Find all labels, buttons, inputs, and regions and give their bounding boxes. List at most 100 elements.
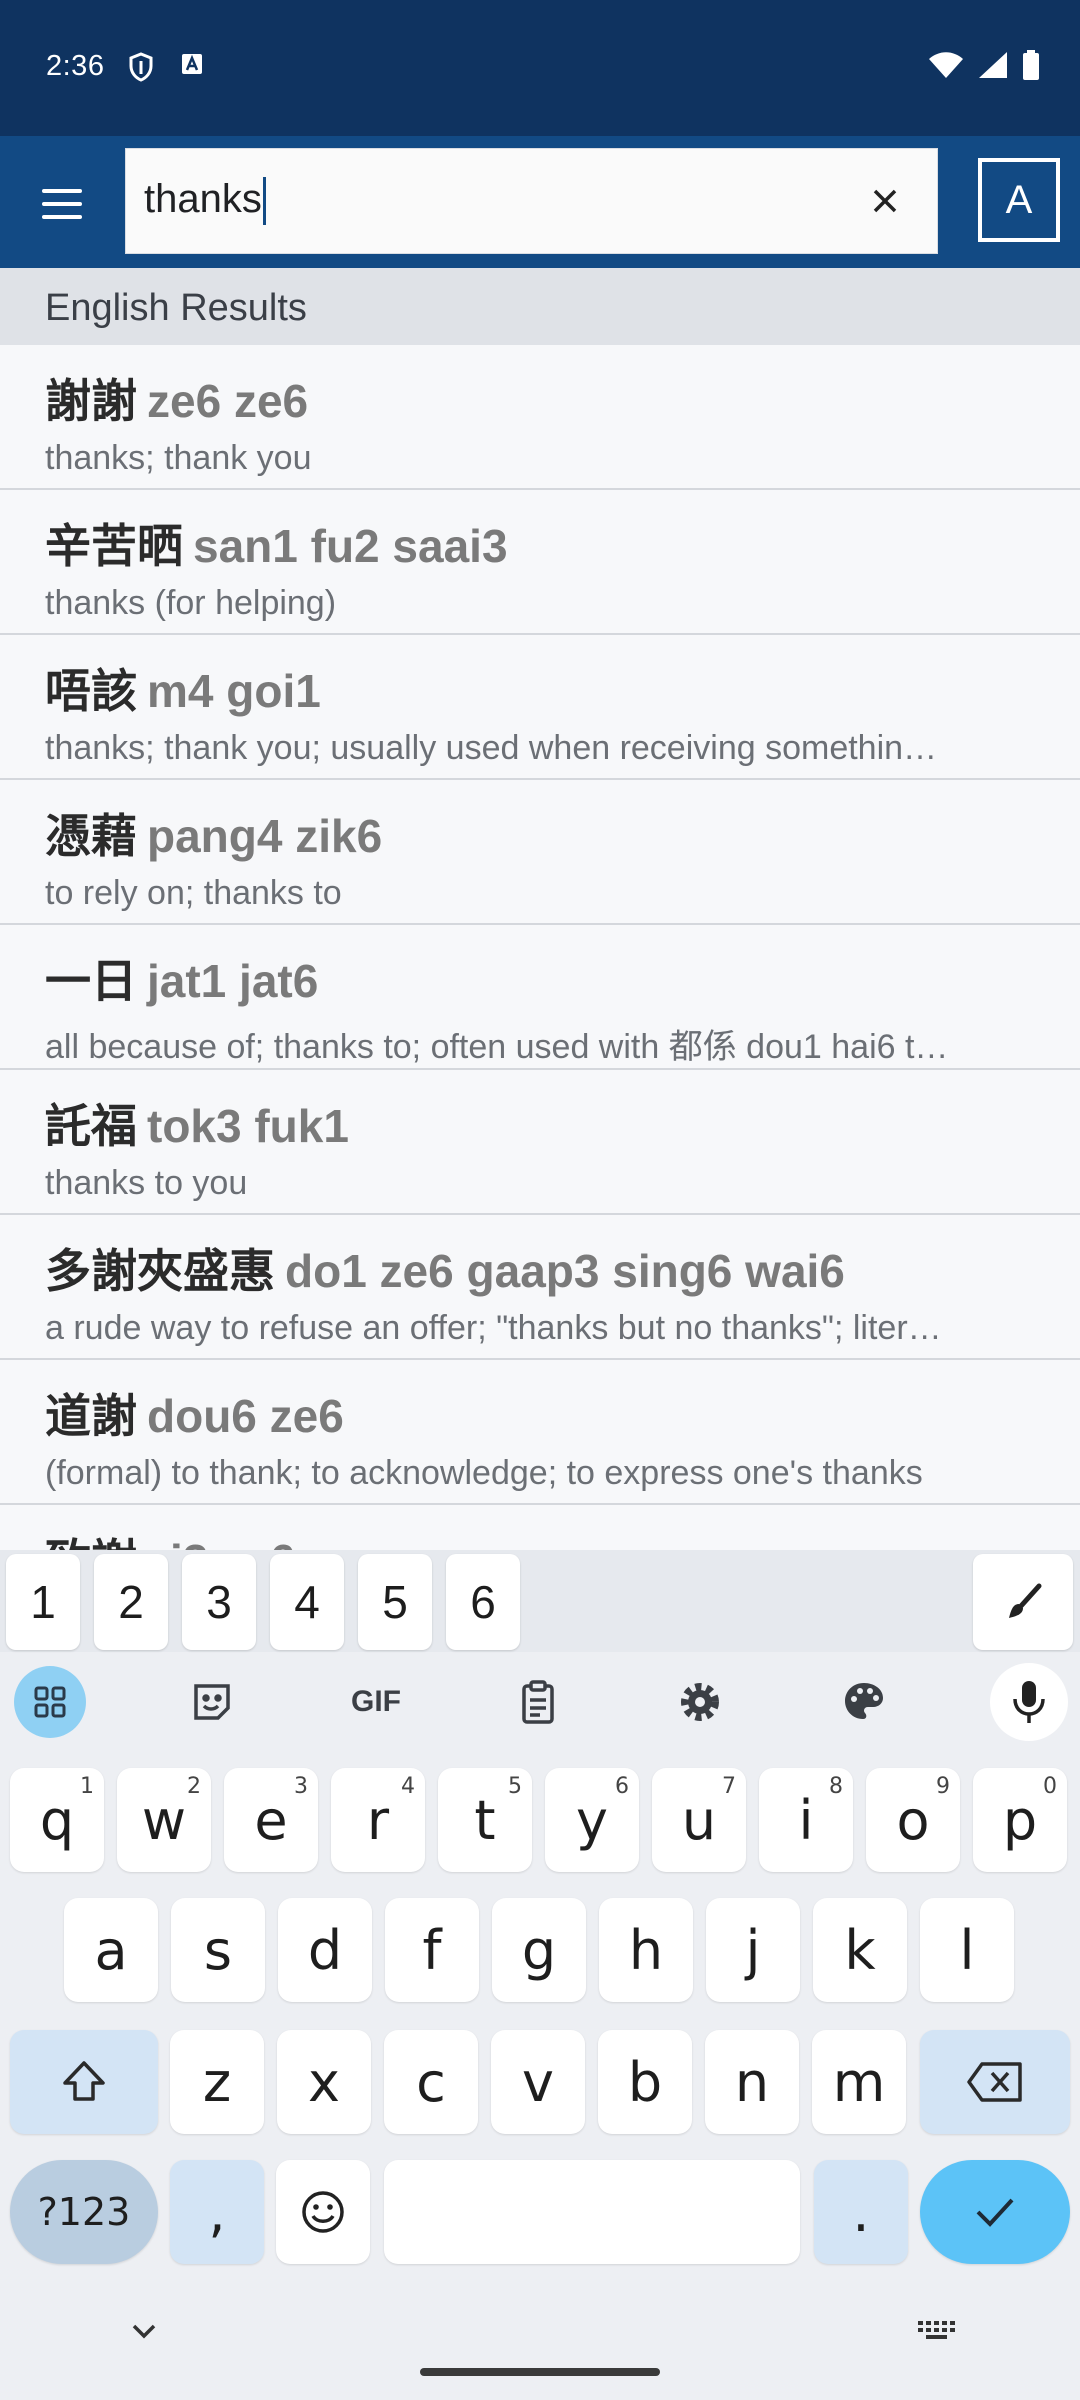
key-f-label: f [422,1918,442,1982]
symbols-key[interactable]: ?123 [10,2160,158,2264]
result-jyutping: tok3 fuk1 [147,1100,349,1152]
key-m-label: m [832,2050,886,2114]
emoji-icon [302,2191,344,2233]
home-gesture-bar[interactable] [420,2368,660,2376]
result-jyutping: pang4 zik6 [147,810,383,862]
key-e[interactable]: e3 [224,1768,318,1872]
language-toggle-button[interactable]: A [978,158,1060,242]
result-item[interactable]: 多謝夾盛惠 do1 ze6 gaap3 sing6 wai6 a rude way … [0,1215,1080,1360]
result-definition: thanks (for helping) [45,584,337,622]
settings-gear-icon[interactable] [664,1666,736,1738]
key-b[interactable]: b [598,2030,692,2134]
key-x-label: x [308,2050,340,2114]
result-item[interactable]: 致謝 zi3 ze6 [0,1505,1080,1550]
key-q-label: q [39,1788,75,1852]
key-n[interactable]: n [705,2030,799,2134]
keyboard-a-icon [180,52,204,81]
section-header: English Results [0,268,1080,345]
key-i[interactable]: i8 [759,1768,853,1872]
apps-grid-icon[interactable] [14,1666,86,1738]
search-input[interactable]: thanks [125,148,938,254]
key-d-label: d [307,1918,343,1982]
key-z[interactable]: z [170,2030,264,2134]
enter-key[interactable] [920,2160,1070,2264]
key-hint: 2 [187,1774,201,1799]
key-o[interactable]: o9 [866,1768,960,1872]
result-hanzi: 道謝 [45,1390,137,1442]
shift-key[interactable] [10,2030,158,2134]
tone-key-4[interactable]: 4 [270,1554,344,1650]
key-m[interactable]: m [812,2030,906,2134]
tone-key-5[interactable]: 5 [358,1554,432,1650]
key-p[interactable]: p0 [973,1768,1067,1872]
result-item[interactable]: 辛苦晒 san1 fu2 saai3 thanks (for helping) [0,490,1080,635]
key-f[interactable]: f [385,1898,479,2002]
menu-icon[interactable] [30,172,94,236]
key-w-label: w [141,1788,187,1852]
theme-palette-icon[interactable] [828,1666,900,1738]
keyboard-toolbar: GIF [0,1652,1080,1752]
key-u[interactable]: u7 [652,1768,746,1872]
backspace-icon [967,2062,1022,2102]
result-item[interactable]: 憑藉 pang4 zik6 to rely on; thanks to [0,780,1080,925]
hide-keyboard-chevron-icon[interactable] [126,2320,162,2349]
key-i-label: i [798,1788,814,1852]
result-definition: thanks; thank you [45,439,312,477]
key-t[interactable]: t5 [438,1768,532,1872]
gif-icon[interactable]: GIF [338,1666,414,1738]
sticker-icon[interactable] [176,1666,248,1738]
result-jyutping: zi3 ze6 [147,1535,295,1550]
result-item[interactable]: 道謝 dou6 ze6 (formal) to thank; to acknowle… [0,1360,1080,1505]
key-a[interactable]: a [64,1898,158,2002]
key-hint: 0 [1043,1774,1057,1799]
result-item[interactable]: 一日 jat1 jat6 all because of; thanks to; of… [0,925,1080,1070]
result-item[interactable]: 託福 tok3 fuk1 thanks to you [0,1070,1080,1215]
key-x[interactable]: x [277,2030,371,2134]
tone-key-3[interactable]: 3 [182,1554,256,1650]
result-item[interactable]: 謝謝 ze6 ze6 thanks; thank you [0,345,1080,490]
key-r[interactable]: r4 [331,1768,425,1872]
results-list: English Results 謝謝 ze6 ze6 thanks; thank y… [0,268,1080,1550]
key-d[interactable]: d [278,1898,372,2002]
key-c[interactable]: c [384,2030,478,2134]
result-jyutping: jat1 jat6 [147,955,319,1007]
clipboard-icon[interactable] [502,1666,574,1738]
clear-search-icon[interactable] [863,179,907,223]
key-k-label: k [844,1918,876,1982]
key-p-label: p [1002,1788,1038,1852]
key-k[interactable]: k [813,1898,907,2002]
microphone-icon[interactable] [990,1663,1068,1741]
key-v[interactable]: v [491,2030,585,2134]
key-w[interactable]: w2 [117,1768,211,1872]
keyboard-switcher-icon[interactable] [916,2318,960,2347]
result-jyutping: san1 fu2 saai3 [193,520,508,572]
key-g[interactable]: g [492,1898,586,2002]
result-item[interactable]: 唔該 m4 goi1 thanks; thank you; usually used… [0,635,1080,780]
key-q[interactable]: q1 [10,1768,104,1872]
shield-icon [128,52,154,87]
space-bar[interactable] [384,2160,800,2264]
key-r-label: r [366,1788,390,1852]
key-h-label: h [628,1918,664,1982]
period-key[interactable]: . [814,2160,908,2264]
key-v-label: v [522,2050,554,2114]
result-definition: (formal) to thank; to acknowledge; to ex… [45,1454,923,1492]
tone-key-1[interactable]: 1 [6,1554,80,1650]
tone-key-2[interactable]: 2 [94,1554,168,1650]
result-hanzi: 辛苦晒 [45,520,183,572]
key-j[interactable]: j [706,1898,800,2002]
key-l-label: l [959,1918,975,1982]
key-y[interactable]: y6 [545,1768,639,1872]
backspace-key[interactable] [920,2030,1070,2134]
comma-key[interactable]: , [170,2160,264,2264]
tone-key-6[interactable]: 6 [446,1554,520,1650]
shift-arrow-icon [63,2061,105,2101]
key-h[interactable]: h [599,1898,693,2002]
result-definition: a rude way to refuse an offer; "thanks b… [45,1309,942,1347]
key-s[interactable]: s [171,1898,265,2002]
wifi-icon [928,51,964,84]
key-s-label: s [203,1918,233,1982]
handwriting-brush-key[interactable] [973,1554,1073,1650]
key-l[interactable]: l [920,1898,1014,2002]
emoji-key[interactable] [276,2160,370,2264]
